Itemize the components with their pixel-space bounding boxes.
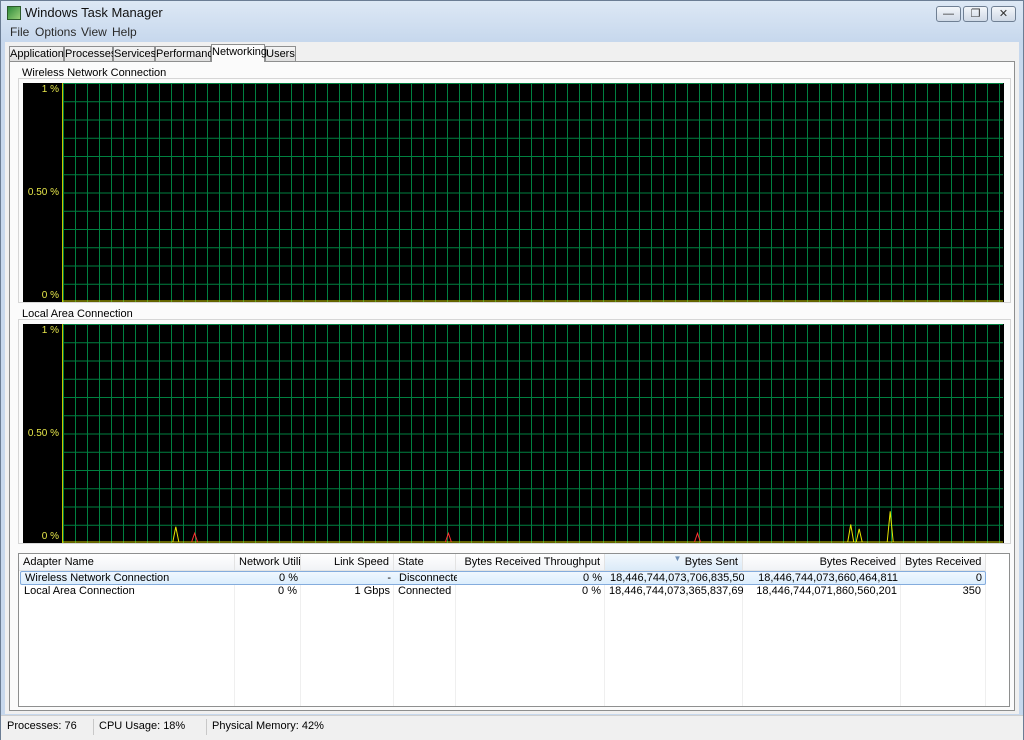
graph-y-axis: 1 % 0.50 % 0 %: [23, 324, 61, 543]
tab-performance[interactable]: Performance: [155, 46, 219, 61]
window-title: Windows Task Manager: [25, 5, 163, 20]
table-row[interactable]: Local Area Connection 0 % 1 Gbps Connect…: [20, 585, 986, 599]
cell-adapter-name: Wireless Network Connection: [25, 572, 170, 584]
cell-bytes-sent: 18,446,744,073,706,835,504: [610, 572, 744, 584]
traffic-spike: [847, 524, 855, 543]
cell-bytes-received-throughput: 0 %: [583, 572, 602, 584]
menu-file[interactable]: File: [10, 25, 29, 39]
column-bytes-received[interactable]: Bytes Received: [743, 554, 901, 571]
minimize-button[interactable]: —: [936, 6, 961, 22]
networking-panel: Wireless Network Connection 1 % 0.50 % 0…: [9, 61, 1015, 711]
traffic-spike: [191, 531, 199, 543]
graph-svg-wireless: [63, 83, 1003, 302]
graph-svg-lan: [63, 324, 1003, 543]
cell-link-speed: 1 Gbps: [354, 585, 390, 597]
traffic-spike: [855, 528, 863, 543]
tab-networking[interactable]: Networking: [211, 44, 267, 62]
graph-plot-lan: [62, 324, 1003, 543]
y-label-max: 1 %: [41, 84, 59, 95]
menu-options[interactable]: Options: [35, 25, 76, 39]
close-button[interactable]: ✕: [991, 6, 1016, 22]
traffic-spike: [886, 511, 894, 543]
traffic-spike: [444, 531, 452, 543]
cell-state: Connected: [398, 585, 452, 597]
network-graph-lan: 1 % 0.50 % 0 %: [23, 324, 1004, 543]
network-graph-wireless: 1 % 0.50 % 0 %: [23, 83, 1004, 302]
menu-view[interactable]: View: [81, 25, 107, 39]
cell-bytes-received-per-interval: 0: [975, 572, 982, 584]
cell-state: Disconnected: [399, 572, 457, 584]
column-state[interactable]: State: [394, 554, 456, 571]
graph-frame-wireless: 1 % 0.50 % 0 %: [18, 78, 1011, 303]
traffic-spike: [172, 526, 180, 543]
minimize-icon: —: [943, 8, 954, 20]
title-bar[interactable]: Windows Task Manager — ❐ ✕: [1, 1, 1023, 25]
status-processes: Processes: 76: [7, 720, 77, 732]
column-link-speed[interactable]: Link Speed: [301, 554, 394, 571]
graph-plot-wireless: [62, 83, 1003, 302]
y-label-min: 0 %: [41, 290, 59, 301]
cell-network-utilization: 0 %: [278, 585, 297, 597]
restore-icon: ❐: [970, 8, 981, 20]
table-row[interactable]: Wireless Network Connection 0 % - Discon…: [20, 571, 986, 585]
menu-bar: File Options View Help: [1, 25, 1023, 41]
tab-applications[interactable]: Applications: [9, 46, 69, 61]
cell-link-speed: -: [387, 572, 391, 584]
cell-bytes-received: 18,446,744,071,860,560,201: [756, 585, 897, 597]
status-cpu-usage: CPU Usage: 18%: [99, 720, 186, 732]
task-manager-icon: [7, 6, 21, 20]
y-label-mid: 0.50 %: [27, 187, 59, 198]
status-bar: Processes: 76 CPU Usage: 18% Physical Me…: [1, 715, 1023, 740]
status-physical-memory: Physical Memory: 42%: [212, 720, 324, 732]
maximize-button[interactable]: ❐: [963, 6, 988, 22]
cell-network-utilization: 0 %: [279, 572, 298, 584]
close-icon: ✕: [998, 8, 1009, 20]
tab-services[interactable]: Services: [113, 46, 156, 61]
tab-users[interactable]: Users: [265, 46, 296, 61]
menu-help[interactable]: Help: [112, 25, 137, 39]
cell-adapter-name: Local Area Connection: [24, 585, 135, 597]
column-adapter-name[interactable]: Adapter Name: [19, 554, 235, 571]
cell-bytes-received-per-interval: 350: [962, 585, 981, 597]
cell-bytes-received: 18,446,744,073,660,464,811: [758, 572, 898, 584]
graph-frame-lan: 1 % 0.50 % 0 %: [18, 319, 1011, 544]
column-bytes-sent-label: Bytes Sent: [684, 556, 738, 568]
column-network-utilization[interactable]: Network Utili...: [235, 554, 301, 571]
y-label-mid: 0.50 %: [27, 428, 59, 439]
column-bytes-received-throughput[interactable]: Bytes Received Throughput: [456, 554, 605, 571]
column-bytes-received-per-interval[interactable]: Bytes Received P...: [901, 554, 986, 571]
column-bytes-sent[interactable]: ▼ Bytes Sent: [605, 554, 743, 571]
cell-bytes-received-throughput: 0 %: [582, 585, 601, 597]
task-manager-window: Windows Task Manager — ❐ ✕ File Options …: [0, 0, 1024, 740]
adapter-list[interactable]: Adapter Name Network Utili... Link Speed…: [18, 553, 1010, 707]
cell-bytes-sent: 18,446,744,073,365,837,696: [609, 585, 743, 597]
sort-descending-icon: ▼: [673, 554, 682, 563]
y-label-max: 1 %: [41, 325, 59, 336]
client-area: Applications Processes Services Performa…: [5, 42, 1019, 714]
tab-processes[interactable]: Processes: [64, 46, 116, 61]
graph-y-axis: 1 % 0.50 % 0 %: [23, 83, 61, 302]
y-label-min: 0 %: [41, 531, 59, 542]
